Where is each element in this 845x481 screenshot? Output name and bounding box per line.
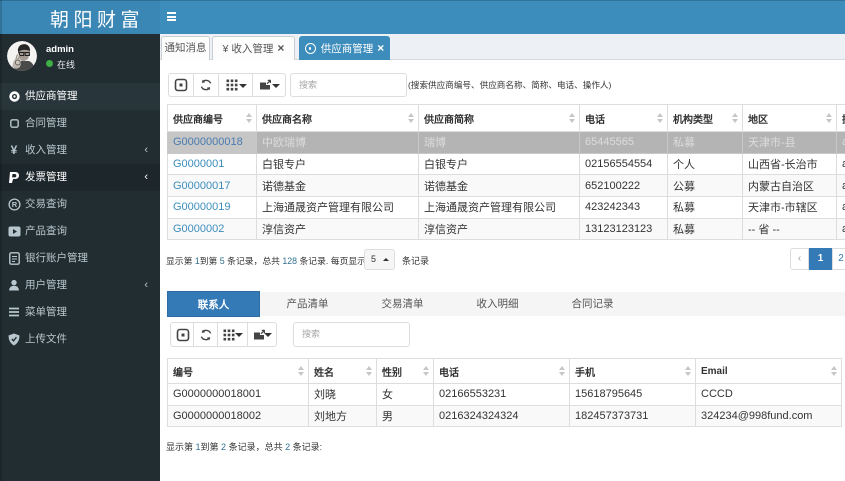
svg-text:R: R — [11, 200, 17, 209]
